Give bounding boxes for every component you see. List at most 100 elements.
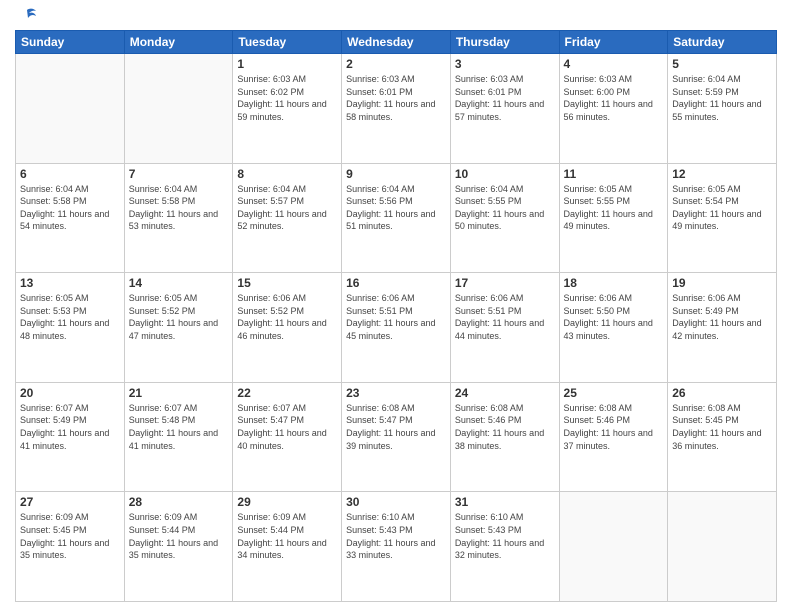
calendar-cell: 4Sunrise: 6:03 AM Sunset: 6:00 PM Daylig… <box>559 54 668 164</box>
day-number: 14 <box>129 276 229 290</box>
day-number: 19 <box>672 276 772 290</box>
calendar-cell: 26 Sunrise: 6:08 AM Sunset: 5:45 PM Dayli… <box>668 382 777 492</box>
day-number: 22 <box>237 386 337 400</box>
day-number: 2 <box>346 57 446 71</box>
day-number: 12 <box>672 167 772 181</box>
calendar-header-row: SundayMondayTuesdayWednesdayThursdayFrid… <box>16 31 777 54</box>
day-info: Sunrise: 6:06 AM Sunset: 5:50 PM Dayligh… <box>564 292 664 342</box>
day-number: 30 <box>346 495 446 509</box>
calendar-cell: 28 Sunrise: 6:09 AM Sunset: 5:44 PM Dayli… <box>124 492 233 602</box>
calendar-day-header: Thursday <box>450 31 559 54</box>
day-info: Sunrise: 6:05 AM Sunset: 5:53 PM Dayligh… <box>20 292 120 342</box>
calendar-cell: 19 Sunrise: 6:06 AM Sunset: 5:49 PM Dayli… <box>668 273 777 383</box>
day-number: 25 <box>564 386 664 400</box>
calendar-cell: 24Sunrise: 6:08 AM Sunset: 5:46 PM Dayli… <box>450 382 559 492</box>
calendar-cell: 12 Sunrise: 6:05 AM Sunset: 5:54 PM Dayli… <box>668 163 777 273</box>
calendar-cell <box>559 492 668 602</box>
day-number: 24 <box>455 386 555 400</box>
day-info: Sunrise: 6:07 AM Sunset: 5:48 PM Dayligh… <box>129 402 229 452</box>
logo-bird-icon <box>16 6 38 28</box>
day-info: Sunrise: 6:07 AM Sunset: 5:47 PM Dayligh… <box>237 402 337 452</box>
day-number: 6 <box>20 167 120 181</box>
day-info: Sunrise: 6:06 AM Sunset: 5:49 PM Dayligh… <box>672 292 772 342</box>
day-number: 29 <box>237 495 337 509</box>
calendar-day-header: Friday <box>559 31 668 54</box>
calendar-cell: 31 Sunrise: 6:10 AM Sunset: 5:43 PM Dayli… <box>450 492 559 602</box>
day-number: 28 <box>129 495 229 509</box>
calendar-cell: 25Sunrise: 6:08 AM Sunset: 5:46 PM Dayli… <box>559 382 668 492</box>
day-number: 26 <box>672 386 772 400</box>
calendar-cell: 21 Sunrise: 6:07 AM Sunset: 5:48 PM Dayli… <box>124 382 233 492</box>
day-number: 16 <box>346 276 446 290</box>
day-number: 10 <box>455 167 555 181</box>
calendar-cell: 1Sunrise: 6:03 AM Sunset: 6:02 PM Daylig… <box>233 54 342 164</box>
day-info: Sunrise: 6:05 AM Sunset: 5:52 PM Dayligh… <box>129 292 229 342</box>
page: SundayMondayTuesdayWednesdayThursdayFrid… <box>0 0 792 612</box>
day-info: Sunrise: 6:09 AM Sunset: 5:45 PM Dayligh… <box>20 511 120 561</box>
day-info: Sunrise: 6:08 AM Sunset: 5:45 PM Dayligh… <box>672 402 772 452</box>
day-info: Sunrise: 6:04 AM Sunset: 5:57 PM Dayligh… <box>237 183 337 233</box>
calendar-day-header: Wednesday <box>342 31 451 54</box>
calendar-cell <box>16 54 125 164</box>
day-number: 13 <box>20 276 120 290</box>
day-info: Sunrise: 6:10 AM Sunset: 5:43 PM Dayligh… <box>346 511 446 561</box>
day-info: Sunrise: 6:04 AM Sunset: 5:58 PM Dayligh… <box>129 183 229 233</box>
logo <box>15 14 38 24</box>
day-number: 20 <box>20 386 120 400</box>
day-number: 15 <box>237 276 337 290</box>
day-info: Sunrise: 6:03 AM Sunset: 6:01 PM Dayligh… <box>455 73 555 123</box>
calendar-cell: 20 Sunrise: 6:07 AM Sunset: 5:49 PM Dayli… <box>16 382 125 492</box>
day-info: Sunrise: 6:04 AM Sunset: 5:58 PM Dayligh… <box>20 183 120 233</box>
day-number: 31 <box>455 495 555 509</box>
calendar-day-header: Monday <box>124 31 233 54</box>
day-info: Sunrise: 6:09 AM Sunset: 5:44 PM Dayligh… <box>129 511 229 561</box>
calendar-cell: 11 Sunrise: 6:05 AM Sunset: 5:55 PM Dayli… <box>559 163 668 273</box>
day-info: Sunrise: 6:09 AM Sunset: 5:44 PM Dayligh… <box>237 511 337 561</box>
calendar-cell: 7 Sunrise: 6:04 AM Sunset: 5:58 PM Daylig… <box>124 163 233 273</box>
day-number: 18 <box>564 276 664 290</box>
day-info: Sunrise: 6:10 AM Sunset: 5:43 PM Dayligh… <box>455 511 555 561</box>
calendar-week-row: 27 Sunrise: 6:09 AM Sunset: 5:45 PM Dayli… <box>16 492 777 602</box>
day-number: 23 <box>346 386 446 400</box>
day-info: Sunrise: 6:03 AM Sunset: 6:02 PM Dayligh… <box>237 73 337 123</box>
day-info: Sunrise: 6:04 AM Sunset: 5:59 PM Dayligh… <box>672 73 772 123</box>
calendar-cell <box>668 492 777 602</box>
day-info: Sunrise: 6:06 AM Sunset: 5:51 PM Dayligh… <box>455 292 555 342</box>
calendar-cell: 9 Sunrise: 6:04 AM Sunset: 5:56 PM Daylig… <box>342 163 451 273</box>
day-number: 27 <box>20 495 120 509</box>
day-number: 8 <box>237 167 337 181</box>
day-number: 5 <box>672 57 772 71</box>
calendar-cell: 22 Sunrise: 6:07 AM Sunset: 5:47 PM Dayli… <box>233 382 342 492</box>
calendar-cell: 14 Sunrise: 6:05 AM Sunset: 5:52 PM Dayli… <box>124 273 233 383</box>
calendar-cell: 17Sunrise: 6:06 AM Sunset: 5:51 PM Dayli… <box>450 273 559 383</box>
calendar-cell: 27 Sunrise: 6:09 AM Sunset: 5:45 PM Dayli… <box>16 492 125 602</box>
day-info: Sunrise: 6:03 AM Sunset: 6:01 PM Dayligh… <box>346 73 446 123</box>
day-info: Sunrise: 6:06 AM Sunset: 5:52 PM Dayligh… <box>237 292 337 342</box>
calendar-table: SundayMondayTuesdayWednesdayThursdayFrid… <box>15 30 777 602</box>
day-info: Sunrise: 6:05 AM Sunset: 5:55 PM Dayligh… <box>564 183 664 233</box>
day-number: 3 <box>455 57 555 71</box>
calendar-cell: 10Sunrise: 6:04 AM Sunset: 5:55 PM Dayli… <box>450 163 559 273</box>
calendar-cell: 29 Sunrise: 6:09 AM Sunset: 5:44 PM Dayli… <box>233 492 342 602</box>
day-number: 7 <box>129 167 229 181</box>
day-number: 11 <box>564 167 664 181</box>
day-number: 9 <box>346 167 446 181</box>
day-number: 21 <box>129 386 229 400</box>
calendar-cell: 6 Sunrise: 6:04 AM Sunset: 5:58 PM Daylig… <box>16 163 125 273</box>
calendar-cell: 15 Sunrise: 6:06 AM Sunset: 5:52 PM Dayli… <box>233 273 342 383</box>
day-info: Sunrise: 6:07 AM Sunset: 5:49 PM Dayligh… <box>20 402 120 452</box>
day-info: Sunrise: 6:08 AM Sunset: 5:47 PM Dayligh… <box>346 402 446 452</box>
calendar-cell <box>124 54 233 164</box>
day-number: 4 <box>564 57 664 71</box>
day-info: Sunrise: 6:05 AM Sunset: 5:54 PM Dayligh… <box>672 183 772 233</box>
calendar-cell: 23 Sunrise: 6:08 AM Sunset: 5:47 PM Dayli… <box>342 382 451 492</box>
calendar-cell: 18 Sunrise: 6:06 AM Sunset: 5:50 PM Dayli… <box>559 273 668 383</box>
calendar-week-row: 1Sunrise: 6:03 AM Sunset: 6:02 PM Daylig… <box>16 54 777 164</box>
calendar-cell: 13 Sunrise: 6:05 AM Sunset: 5:53 PM Dayli… <box>16 273 125 383</box>
calendar-day-header: Saturday <box>668 31 777 54</box>
calendar-day-header: Sunday <box>16 31 125 54</box>
calendar-cell: 5 Sunrise: 6:04 AM Sunset: 5:59 PM Daylig… <box>668 54 777 164</box>
calendar-cell: 30 Sunrise: 6:10 AM Sunset: 5:43 PM Dayli… <box>342 492 451 602</box>
calendar-day-header: Tuesday <box>233 31 342 54</box>
day-info: Sunrise: 6:04 AM Sunset: 5:56 PM Dayligh… <box>346 183 446 233</box>
